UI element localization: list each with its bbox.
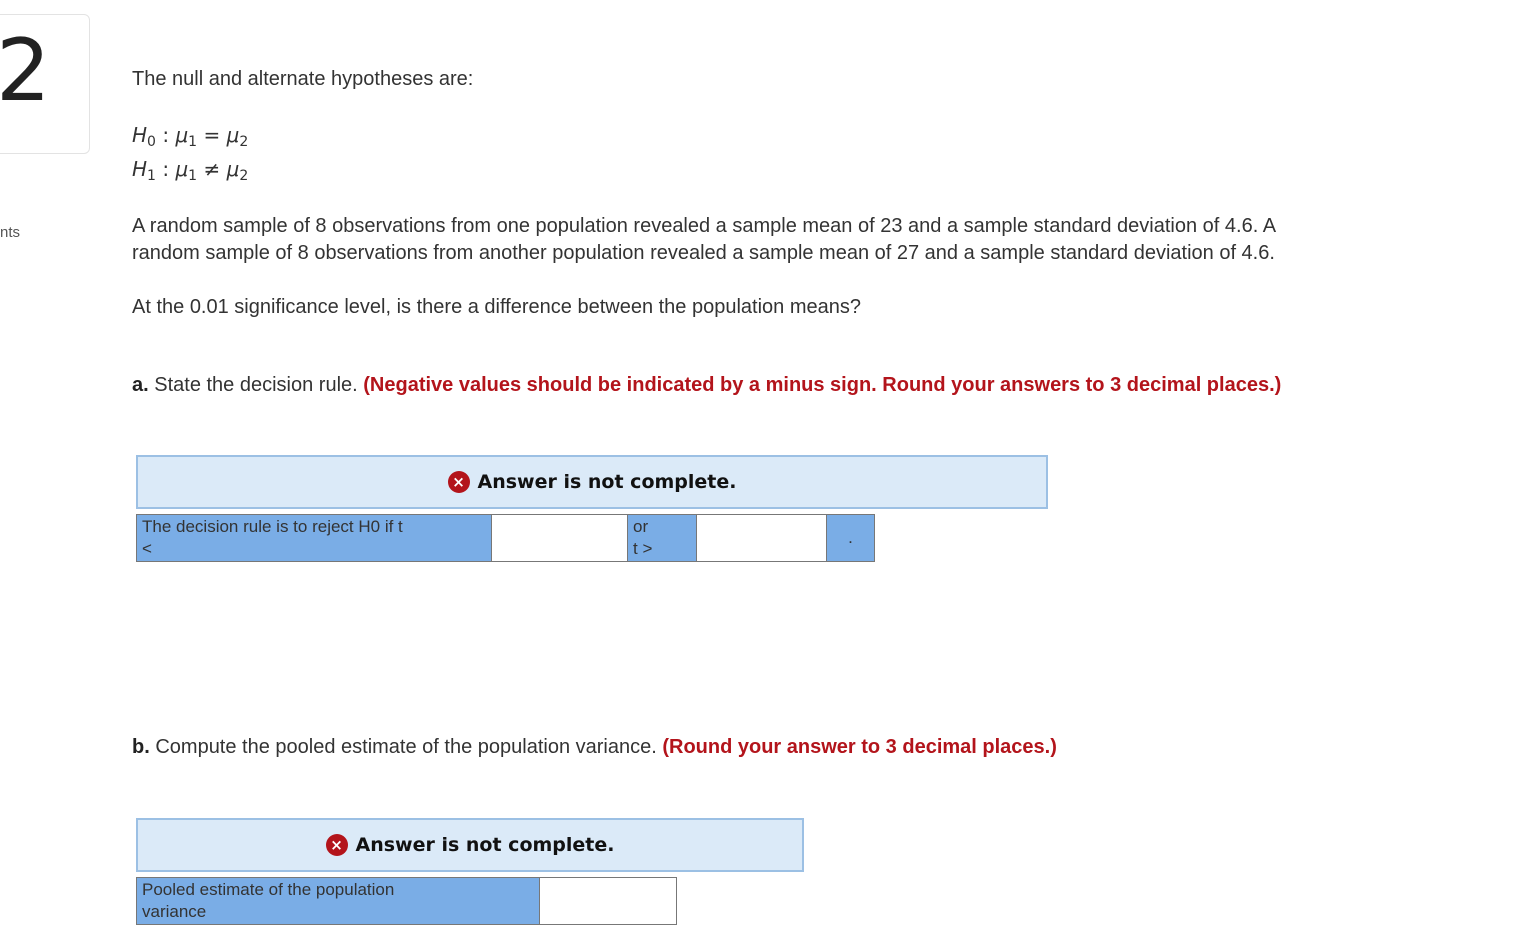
problem-text-line1: A random sample of 8 observations from o…: [132, 215, 1277, 237]
problem-text-line2: random sample of 8 observations from ano…: [132, 242, 1275, 264]
upper-critical-value-input[interactable]: [696, 515, 827, 561]
label-line2: <: [142, 539, 152, 558]
part-a-status-banner: × Answer is not complete.: [136, 455, 1048, 509]
part-a-prompt: a. State the decision rule. (Negative va…: [132, 372, 1281, 399]
part-a-label: a.: [132, 374, 149, 396]
mu1: μ: [175, 157, 189, 181]
mu1-subscript: 1: [188, 168, 198, 184]
null-hypothesis: H0 : μ1 = μ2: [132, 122, 248, 155]
h1-symbol: H: [132, 157, 148, 181]
end-period-cell: .: [827, 515, 874, 561]
part-b-instruction: (Round your answer to 3 decimal places.): [662, 736, 1057, 758]
or-line2: t >: [633, 539, 653, 558]
mu2: μ: [226, 123, 240, 147]
banner-text: Answer is not complete.: [477, 471, 737, 493]
mu2-subscript: 2: [239, 168, 249, 184]
intro-text: The null and alternate hypotheses are:: [132, 68, 474, 90]
pooled-variance-field[interactable]: [540, 878, 676, 924]
upper-critical-value-field[interactable]: [697, 515, 826, 561]
part-b-text: Compute the pooled estimate of the popul…: [149, 736, 663, 758]
question-number: 2: [0, 21, 51, 121]
part-b-status-banner: × Answer is not complete.: [136, 818, 804, 872]
colon: :: [162, 157, 170, 181]
pooled-variance-label: Pooled estimate of the population varian…: [137, 878, 539, 924]
lower-critical-value-field[interactable]: [492, 515, 627, 561]
label-line1: The decision rule is to reject H0 if t: [142, 517, 403, 536]
end-mark: .: [848, 528, 853, 547]
alternate-hypothesis: H1 : μ1 ≠ μ2: [132, 156, 248, 189]
points-label: nts: [0, 224, 21, 241]
part-a-text: State the decision rule.: [148, 374, 364, 396]
or-line1: or: [633, 517, 649, 536]
decision-rule-label: The decision rule is to reject H0 if t <: [137, 515, 491, 561]
mu1: μ: [175, 123, 189, 147]
or-label: or t >: [628, 515, 696, 561]
pooled-variance-input[interactable]: [539, 878, 676, 924]
h0-symbol: H: [132, 123, 148, 147]
not-equals-operator: ≠: [203, 157, 221, 181]
lower-critical-value-input[interactable]: [491, 515, 628, 561]
colon: :: [162, 123, 170, 147]
banner-text: Answer is not complete.: [355, 834, 615, 856]
part-b-label: b.: [132, 736, 150, 758]
part-b-prompt: b. Compute the pooled estimate of the po…: [132, 734, 1057, 761]
x-circle-icon: ×: [447, 471, 470, 493]
h0-subscript: 0: [147, 134, 156, 150]
decision-rule-row: The decision rule is to reject H0 if t <…: [136, 514, 875, 562]
mu1-subscript: 1: [188, 134, 198, 150]
significance-question: At the 0.01 significance level, is there…: [132, 296, 861, 318]
x-circle-icon: ×: [325, 834, 348, 856]
part-a-instruction: (Negative values should be indicated by …: [363, 374, 1282, 396]
equals-operator: =: [203, 123, 221, 147]
mu2: μ: [226, 157, 240, 181]
h1-subscript: 1: [147, 168, 156, 184]
pooled-variance-row: Pooled estimate of the population varian…: [136, 877, 677, 925]
mu2-subscript: 2: [239, 134, 249, 150]
